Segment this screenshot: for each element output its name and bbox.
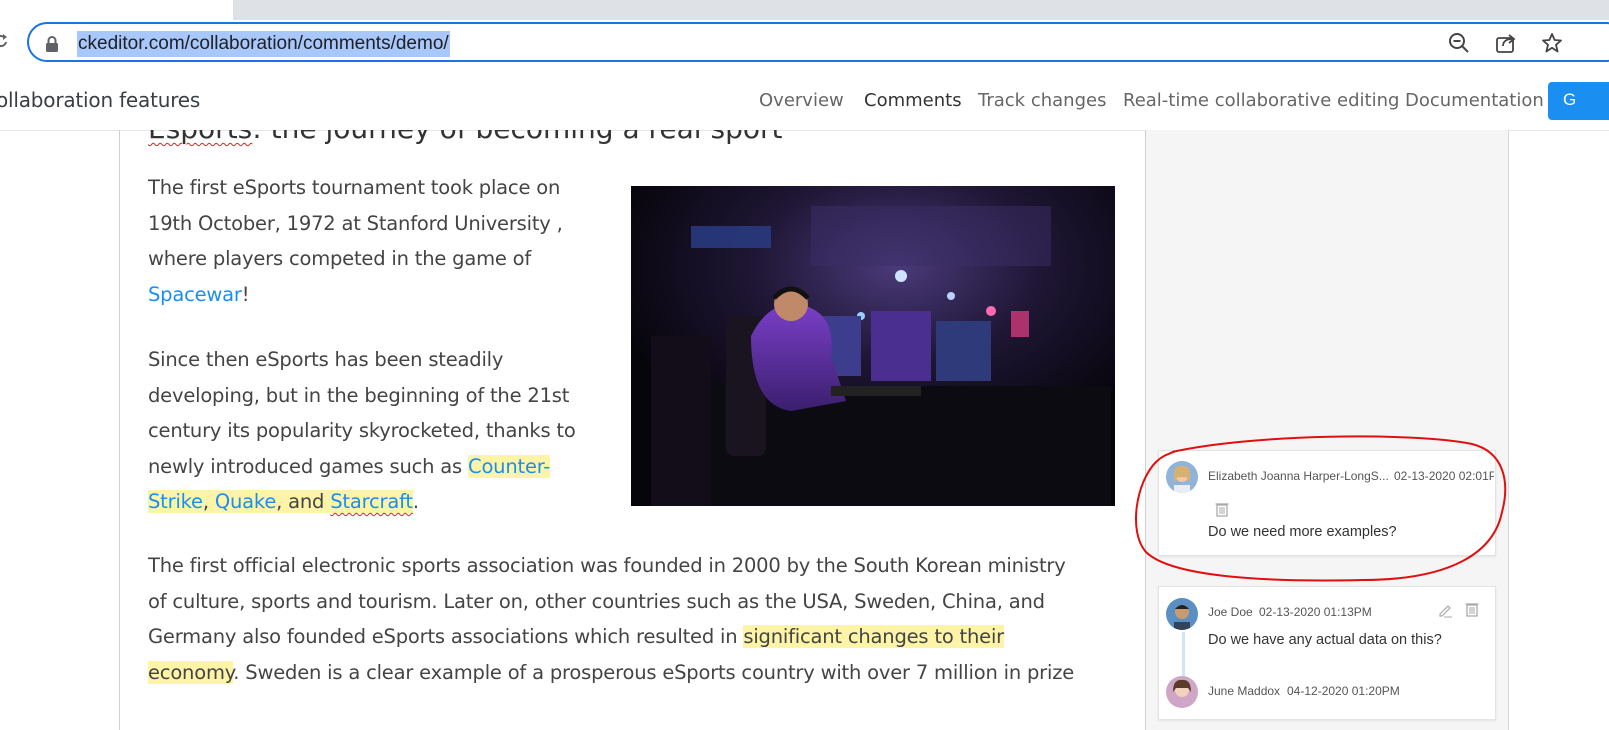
comment-author: Elizabeth Joanna Harper-LongS... [1208, 469, 1389, 483]
document-heading[interactable]: Esports: the journey of becoming a real … [148, 130, 782, 145]
comment-card[interactable] [1158, 450, 1496, 556]
edit-icon[interactable] [1437, 602, 1453, 618]
comment-text: Do we have any actual data on this? [1208, 632, 1442, 648]
esports-photo-image [631, 186, 1115, 506]
comment-author: June Maddox [1208, 684, 1281, 698]
counter-strike-link[interactable]: Strike [148, 490, 203, 513]
paragraph-2[interactable]: Since then eSports has been steadily dev… [148, 342, 576, 520]
comment-author: Joe Doe [1208, 605, 1253, 619]
nav-comments[interactable]: Comments [864, 90, 962, 111]
counter-strike-link[interactable]: Counter- [468, 454, 550, 478]
comment-text: Do we need more examples? [1208, 524, 1397, 540]
reload-icon[interactable] [0, 34, 8, 48]
commented-text[interactable]: significant changes to their [743, 625, 1004, 648]
lock-icon[interactable] [45, 36, 59, 52]
tab-strip [0, 0, 1609, 20]
share-icon[interactable] [1495, 32, 1517, 54]
delete-icon[interactable] [1214, 501, 1230, 517]
get-started-button[interactable]: G [1548, 82, 1609, 120]
bookmark-star-icon[interactable] [1541, 32, 1563, 54]
commented-text[interactable]: economy [148, 660, 233, 684]
starcraft-link[interactable]: Starcraft [330, 490, 413, 513]
paragraph-3[interactable]: The first official electronic sports ass… [148, 548, 1074, 690]
nav-documentation[interactable]: Documentation [1405, 90, 1544, 111]
url-text[interactable]: ckeditor.com/collaboration/comments/demo… [77, 31, 450, 57]
quake-link[interactable]: Quake [214, 490, 276, 513]
comment-date: 02-13-2020 02:01P [1394, 469, 1494, 483]
nav-track-changes[interactable]: Track changes [978, 90, 1106, 111]
get-started-label: G [1563, 90, 1577, 109]
avatar [1166, 676, 1198, 708]
nav-overview[interactable]: Overview [759, 90, 844, 111]
avatar [1166, 461, 1198, 493]
zoom-out-icon[interactable] [1448, 32, 1470, 54]
paragraph-1[interactable]: The first eSports tournament took place … [148, 170, 563, 312]
site-brand[interactable]: ollaboration features [0, 88, 200, 112]
active-tab[interactable] [0, 0, 233, 20]
delete-icon[interactable] [1464, 601, 1480, 617]
esports-photo[interactable] [631, 186, 1115, 506]
comment-date: 04-12-2020 01:20PM [1287, 684, 1400, 698]
nav-realtime-editing[interactable]: Real-time collaborative editing [1123, 90, 1399, 111]
spacewar-link[interactable]: Spacewar [148, 283, 242, 306]
comment-date: 02-13-2020 01:13PM [1259, 605, 1372, 619]
avatar [1166, 598, 1198, 630]
